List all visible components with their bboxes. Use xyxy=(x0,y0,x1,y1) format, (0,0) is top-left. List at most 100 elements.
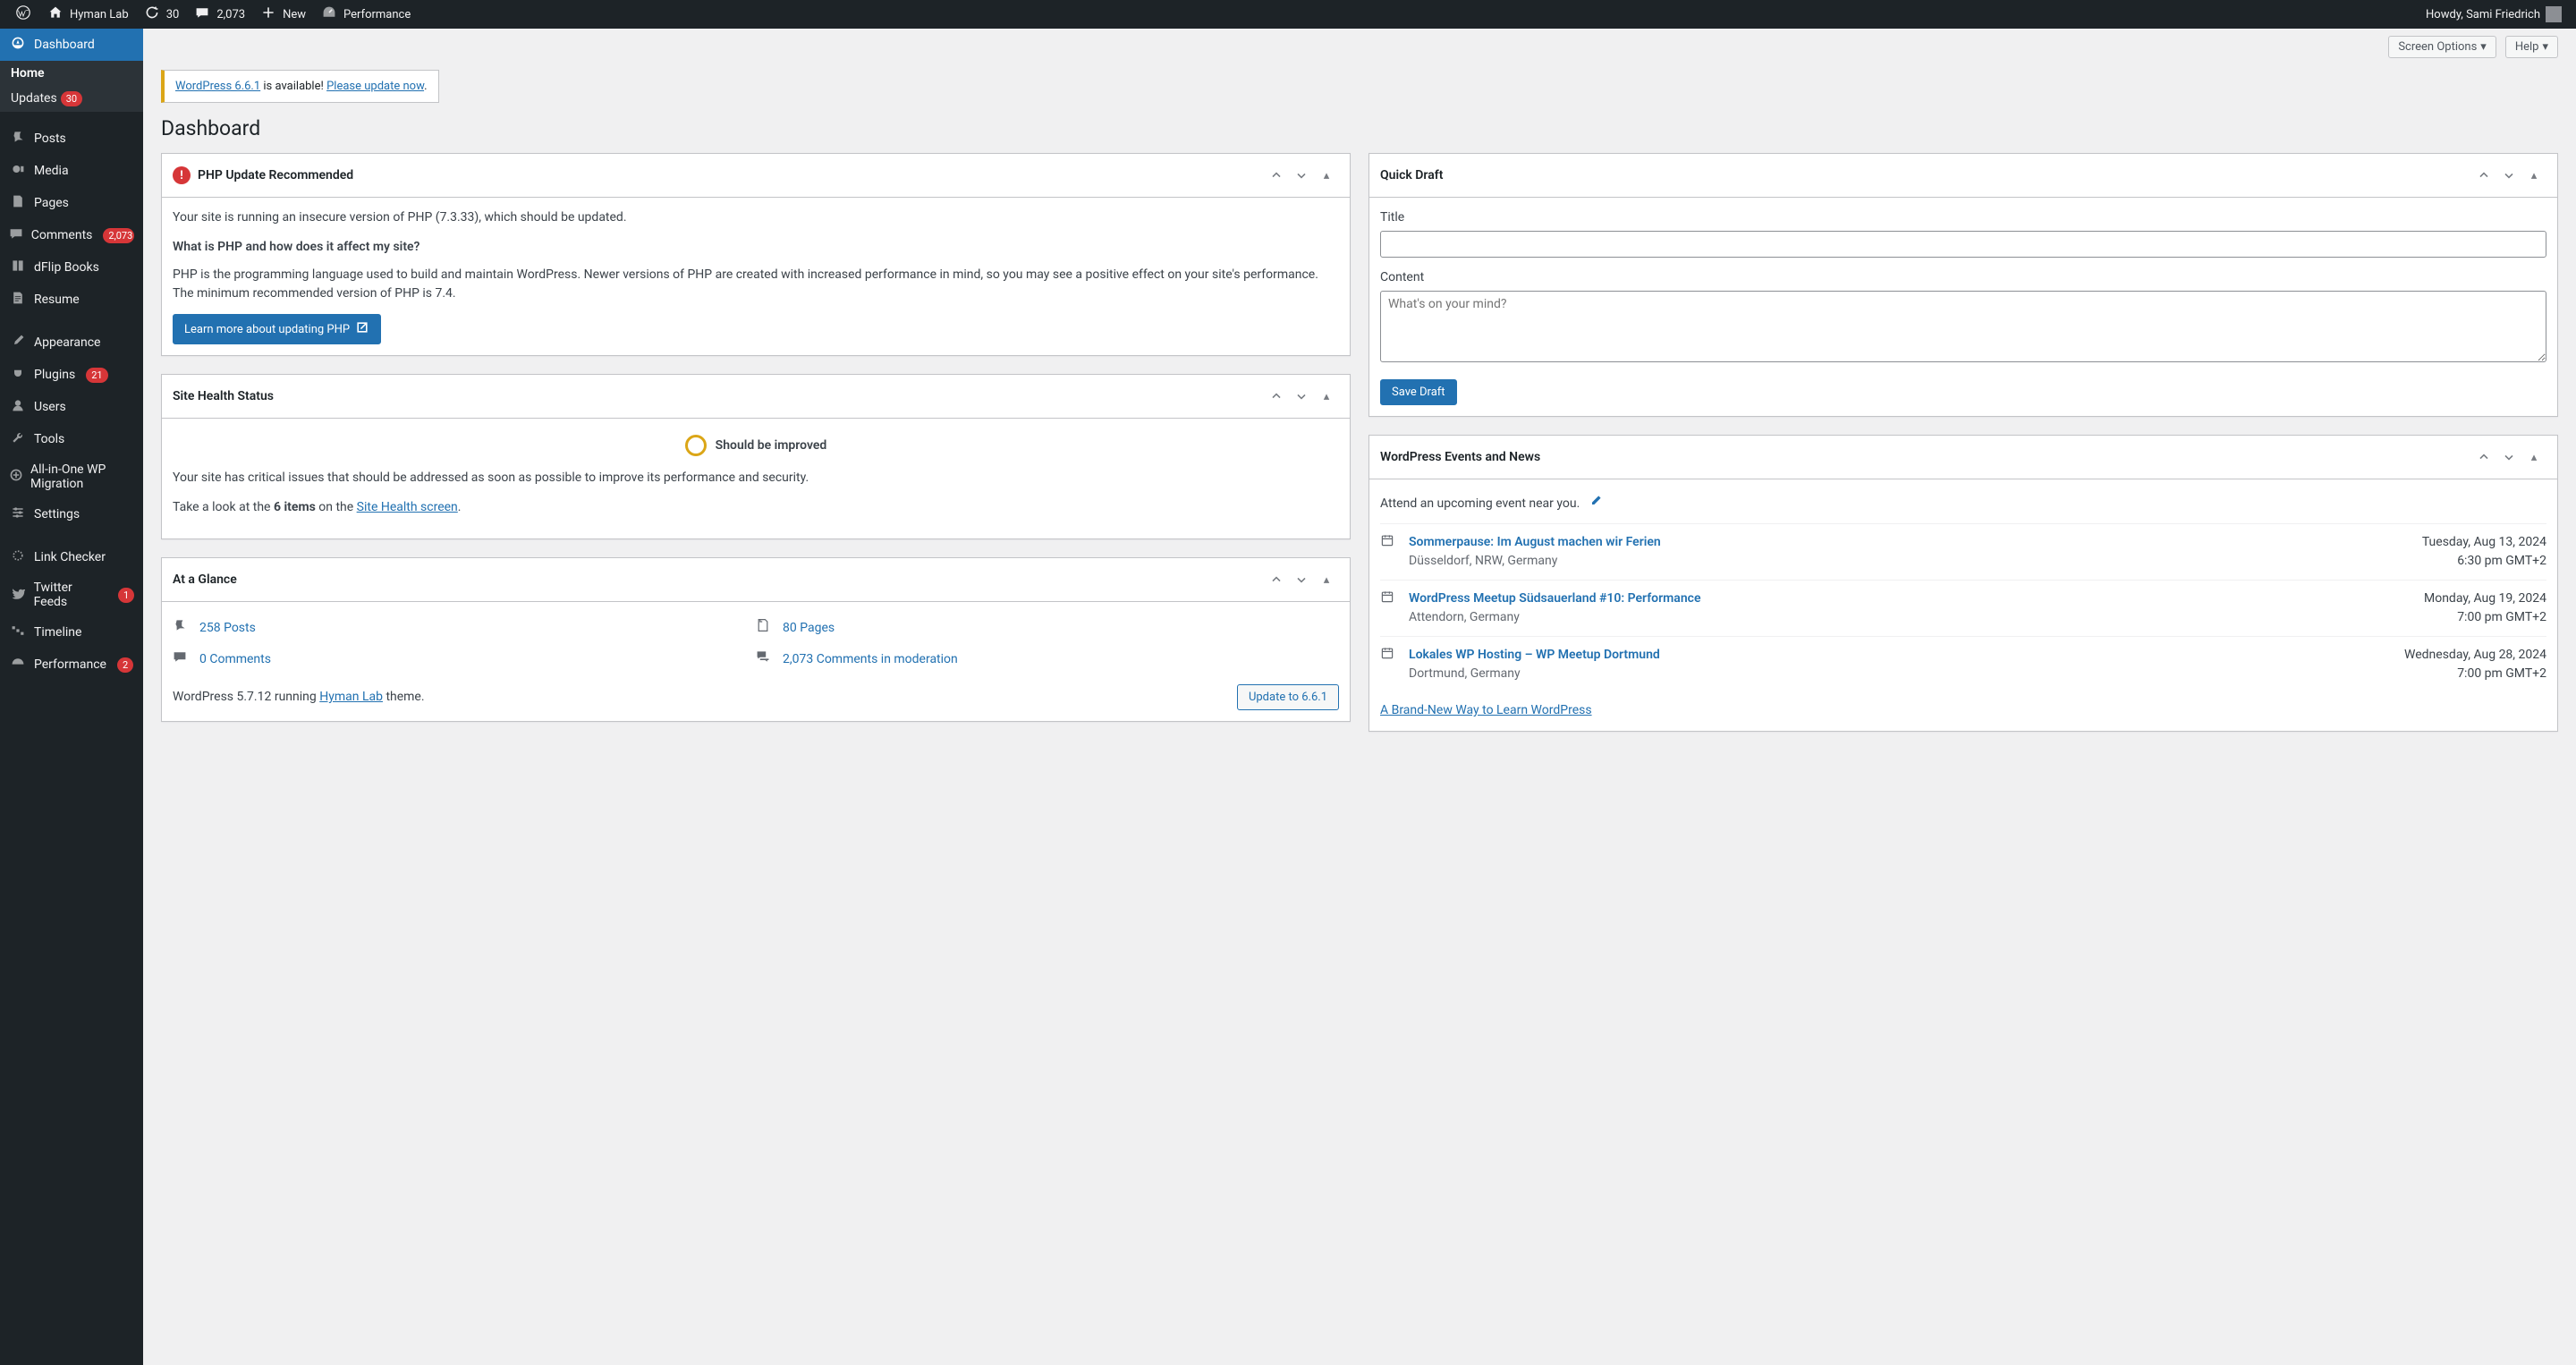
external-link-icon xyxy=(355,320,369,338)
howdy-user[interactable]: Howdy, Sami Friedrich xyxy=(2419,0,2569,29)
move-down-button[interactable] xyxy=(2496,163,2521,188)
timeline-icon xyxy=(9,623,27,641)
updates-badge: 30 xyxy=(61,91,82,106)
health-indicator: Should be improved xyxy=(173,435,1339,456)
new-link[interactable]: New xyxy=(252,0,313,29)
edit-location-button[interactable] xyxy=(1589,494,1603,514)
site-name-link[interactable]: Hyman Lab xyxy=(39,0,136,29)
event-title-link[interactable]: Sommerpause: Im August machen wir Ferien xyxy=(1409,533,2411,552)
update-now-link[interactable]: Please update now xyxy=(326,80,424,93)
performance-badge: 2 xyxy=(117,657,133,673)
howdy-text: Howdy, Sami Friedrich xyxy=(2426,8,2540,21)
sidebar-item-aio[interactable]: All-in-One WP Migration xyxy=(0,455,143,498)
move-up-button[interactable] xyxy=(2471,445,2496,470)
sidebar-item-dflip[interactable]: dFlip Books xyxy=(0,251,143,284)
update-version-button[interactable]: Update to 6.6.1 xyxy=(1237,684,1339,710)
link-icon xyxy=(9,548,27,566)
events-intro-text: Attend an upcoming event near you. xyxy=(1380,495,1580,513)
calendar-icon xyxy=(1380,533,1398,571)
toggle-button[interactable]: ▴ xyxy=(2521,163,2546,188)
health-circle-icon xyxy=(685,435,707,456)
updates-count: 30 xyxy=(166,8,180,21)
sidebar-item-dashboard[interactable]: Dashboard xyxy=(0,29,143,61)
wp-logo[interactable] xyxy=(7,0,39,29)
sidebar-item-settings[interactable]: Settings xyxy=(0,498,143,530)
move-down-button[interactable] xyxy=(1289,384,1314,409)
glance-title: At a Glance xyxy=(173,572,237,587)
toggle-button[interactable]: ▴ xyxy=(2521,445,2546,470)
toggle-button[interactable]: ▴ xyxy=(1314,163,1339,188)
title-label: Title xyxy=(1380,208,2546,227)
glance-pages-link[interactable]: 80 Pages xyxy=(756,613,1339,644)
help-button[interactable]: Help ▾ xyxy=(2505,36,2558,58)
event-location: Attendorn, Germany xyxy=(1409,608,2413,627)
comments-count: 2,073 xyxy=(216,8,245,21)
comment-icon xyxy=(173,649,191,670)
move-up-button[interactable] xyxy=(1264,567,1289,592)
event-datetime: Tuesday, Aug 13, 20246:30 pm GMT+2 xyxy=(2422,533,2546,571)
sidebar-item-plugins[interactable]: Plugins21 xyxy=(0,359,143,391)
health-look: Take a look at the 6 items on the Site H… xyxy=(173,498,1339,517)
event-title-link[interactable]: WordPress Meetup Südsauerland #10: Perfo… xyxy=(1409,589,2413,608)
updates-link[interactable]: 30 xyxy=(136,0,187,29)
glance-comments-link[interactable]: 0 Comments xyxy=(173,644,756,675)
twitter-icon xyxy=(9,586,27,604)
draft-title-input[interactable] xyxy=(1380,231,2546,258)
sidebar-item-resume[interactable]: Resume xyxy=(0,284,143,316)
admin-bar: Hyman Lab 30 2,073 New Performance Howdy… xyxy=(0,0,2576,29)
screen-options-button[interactable]: Screen Options ▾ xyxy=(2388,36,2496,58)
sidebar-item-timeline[interactable]: Timeline xyxy=(0,616,143,649)
gauge-icon xyxy=(320,5,338,23)
health-status: Should be improved xyxy=(716,437,827,455)
refresh-icon xyxy=(143,5,161,23)
sidebar-item-tools[interactable]: Tools xyxy=(0,423,143,455)
migration-icon xyxy=(9,468,23,486)
performance-link[interactable]: Performance xyxy=(313,0,418,29)
save-draft-button[interactable]: Save Draft xyxy=(1380,379,1457,405)
event-datetime: Wednesday, Aug 28, 20247:00 pm GMT+2 xyxy=(2404,646,2546,683)
sidebar-label: Dashboard xyxy=(34,38,95,52)
event-item: Sommerpause: Im August machen wir Ferien… xyxy=(1380,523,2546,580)
health-desc: Your site has critical issues that shoul… xyxy=(173,469,1339,488)
sidebar-submenu-home[interactable]: Home xyxy=(0,61,143,86)
sidebar-item-posts[interactable]: Posts xyxy=(0,123,143,155)
move-down-button[interactable] xyxy=(2496,445,2521,470)
comment-icon xyxy=(9,226,24,244)
theme-link[interactable]: Hyman Lab xyxy=(319,690,383,704)
pin-icon xyxy=(9,130,27,148)
wp-version-link[interactable]: WordPress 6.6.1 xyxy=(175,80,260,93)
home-icon xyxy=(47,5,64,23)
event-title-link[interactable]: Lokales WP Hosting – WP Meetup Dortmund xyxy=(1409,646,2394,665)
sidebar-item-linkchecker[interactable]: Link Checker xyxy=(0,541,143,573)
sidebar-item-performance[interactable]: Performance2 xyxy=(0,649,143,681)
move-down-button[interactable] xyxy=(1289,163,1314,188)
sidebar-item-appearance[interactable]: Appearance xyxy=(0,326,143,359)
news-link[interactable]: A Brand-New Way to Learn WordPress xyxy=(1380,692,2546,720)
main-content: Screen Options ▾ Help ▾ WordPress 6.6.1 … xyxy=(143,29,2576,1365)
sidebar-item-users[interactable]: Users xyxy=(0,391,143,423)
learn-php-button[interactable]: Learn more about updating PHP xyxy=(173,314,381,344)
plug-icon xyxy=(9,366,27,384)
draft-content-input[interactable] xyxy=(1380,291,2546,362)
php-title: !PHP Update Recommended xyxy=(173,166,353,184)
content-label: Content xyxy=(1380,268,2546,287)
sidebar-item-media[interactable]: Media xyxy=(0,155,143,187)
toggle-button[interactable]: ▴ xyxy=(1314,567,1339,592)
toggle-button[interactable]: ▴ xyxy=(1314,384,1339,409)
move-up-button[interactable] xyxy=(2471,163,2496,188)
glance-moderation-link[interactable]: 2,073 Comments in moderation xyxy=(756,644,1339,675)
sidebar-item-comments[interactable]: Comments2,073 xyxy=(0,219,143,251)
sidebar-item-pages[interactable]: Pages xyxy=(0,187,143,219)
sliders-icon xyxy=(9,505,27,523)
user-icon xyxy=(9,398,27,416)
comment-icon xyxy=(193,5,211,23)
glance-posts-link[interactable]: 258 Posts xyxy=(173,613,756,644)
site-health-link[interactable]: Site Health screen xyxy=(357,500,458,514)
sidebar-item-twitter[interactable]: Twitter Feeds1 xyxy=(0,573,143,616)
comments-link[interactable]: 2,073 xyxy=(186,0,252,29)
events-title: WordPress Events and News xyxy=(1380,450,1540,464)
move-up-button[interactable] xyxy=(1264,163,1289,188)
sidebar-submenu-updates[interactable]: Updates30 xyxy=(0,86,143,112)
move-up-button[interactable] xyxy=(1264,384,1289,409)
move-down-button[interactable] xyxy=(1289,567,1314,592)
